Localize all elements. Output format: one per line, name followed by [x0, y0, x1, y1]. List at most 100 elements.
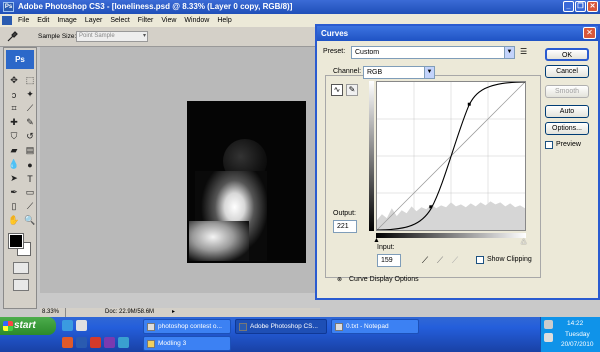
- ok-button[interactable]: OK: [545, 48, 589, 61]
- minimize-button[interactable]: _: [563, 1, 574, 12]
- move-icon[interactable]: ✥: [7, 74, 21, 87]
- output-field[interactable]: 221: [333, 220, 357, 233]
- preset-select[interactable]: Custom ▼: [351, 46, 515, 59]
- photoshop-quicklaunch-icon[interactable]: [76, 337, 87, 348]
- channel-select[interactable]: RGB ▼: [363, 66, 435, 79]
- curve-display-options-label[interactable]: Curve Display Options: [349, 276, 419, 283]
- smooth-button[interactable]: Smooth: [545, 85, 589, 98]
- show-clipping-checkbox[interactable]: [476, 256, 484, 264]
- eyedropper-tool-icon[interactable]: ⟋: [23, 200, 37, 213]
- start-button[interactable]: start: [0, 317, 56, 335]
- chevron-down-icon: ▼: [504, 47, 514, 58]
- zoom-icon[interactable]: 🔍: [23, 214, 37, 227]
- ie-icon[interactable]: [62, 320, 73, 331]
- start-label: start: [14, 320, 36, 331]
- media-icon[interactable]: [90, 337, 101, 348]
- task-modling-folder[interactable]: Modling 3: [143, 336, 231, 351]
- preset-value: Custom: [355, 49, 380, 56]
- curve-point-tool-icon[interactable]: ∿: [331, 84, 343, 96]
- white-eyedropper-icon[interactable]: ⟋: [450, 255, 460, 265]
- menu-layer[interactable]: Layer: [81, 14, 107, 27]
- marquee-icon[interactable]: ⬚: [23, 74, 37, 87]
- zoom-level[interactable]: 8.33%: [42, 308, 66, 317]
- eraser-icon[interactable]: ▰: [7, 144, 21, 157]
- dodge-icon[interactable]: ●: [23, 158, 37, 171]
- folder-icon: [147, 340, 155, 348]
- type-icon[interactable]: T: [23, 172, 37, 185]
- menu-help[interactable]: Help: [213, 14, 235, 27]
- output-label: Output:: [333, 210, 356, 217]
- firefox-icon[interactable]: [62, 337, 73, 348]
- input-label: Input:: [377, 244, 395, 251]
- preview-checkbox[interactable]: [545, 141, 553, 149]
- path-selection-icon[interactable]: ➤: [7, 172, 21, 185]
- pencil-tool-icon[interactable]: ✎: [346, 84, 358, 96]
- black-point-slider-icon[interactable]: ▲: [373, 237, 380, 244]
- black-eyedropper-icon[interactable]: ⟋: [420, 255, 430, 265]
- sample-size-select[interactable]: Point Sample: [76, 31, 148, 42]
- eyedropper-icon[interactable]: [6, 31, 18, 43]
- curve-graph[interactable]: [376, 81, 526, 231]
- lasso-icon[interactable]: ↄ: [7, 88, 21, 101]
- volume-icon[interactable]: [544, 333, 553, 342]
- windows-logo-icon: [3, 321, 13, 331]
- screen-mode-icon[interactable]: [13, 279, 29, 291]
- menu-filter[interactable]: Filter: [134, 14, 158, 27]
- browser-icon: [147, 323, 155, 331]
- pen-icon[interactable]: ✒: [7, 186, 21, 199]
- photoshop-icon: Ps: [3, 2, 14, 12]
- options-button[interactable]: Options...: [545, 122, 589, 135]
- restore-button[interactable]: ❐: [575, 1, 586, 12]
- system-tray: 14:22 Tuesday 20/07/2010: [540, 317, 600, 352]
- app-menu-icon[interactable]: [2, 16, 12, 25]
- menu-file[interactable]: File: [14, 14, 33, 27]
- gradient-icon[interactable]: ▤: [23, 144, 37, 157]
- task-label: Adobe Photoshop CS...: [250, 323, 318, 330]
- tools-logo: Ps: [6, 50, 34, 69]
- expand-options-icon[interactable]: ⊗: [337, 276, 342, 283]
- preset-options-icon[interactable]: ☰: [520, 47, 527, 56]
- close-button[interactable]: ✕: [587, 1, 598, 12]
- magic-wand-icon[interactable]: ✦: [23, 88, 37, 101]
- show-desktop-icon[interactable]: [76, 320, 87, 331]
- quick-mask-icon[interactable]: [13, 262, 29, 274]
- task-label: 0.txt - Notepad: [346, 323, 389, 330]
- white-point-slider-icon[interactable]: △: [521, 237, 526, 245]
- clone-stamp-icon[interactable]: ⛉: [7, 130, 21, 143]
- menu-view[interactable]: View: [157, 14, 180, 27]
- menu-select[interactable]: Select: [106, 14, 133, 27]
- history-brush-icon[interactable]: ↺: [23, 130, 37, 143]
- auto-button[interactable]: Auto: [545, 105, 589, 118]
- status-menu-arrow-icon[interactable]: ▸: [172, 308, 175, 317]
- gray-eyedropper-icon[interactable]: ⟋: [435, 255, 445, 265]
- doc-info: Doc: 22.9M/58.6M: [105, 309, 155, 315]
- input-field[interactable]: 159: [377, 254, 401, 267]
- blur-icon[interactable]: 💧: [7, 158, 21, 171]
- slice-icon[interactable]: ⟋: [23, 102, 37, 115]
- crop-icon[interactable]: ⌗: [7, 102, 21, 115]
- brush-icon[interactable]: ✎: [23, 116, 37, 129]
- output-gradient-bar: [369, 81, 374, 231]
- healing-brush-icon[interactable]: ✚: [7, 116, 21, 129]
- cancel-button[interactable]: Cancel: [545, 65, 589, 78]
- network-icon[interactable]: [544, 320, 553, 329]
- task-notepad[interactable]: 0.txt - Notepad: [331, 319, 419, 334]
- document-image[interactable]: [187, 101, 306, 263]
- dialog-close-button[interactable]: ✕: [583, 27, 596, 39]
- sample-size-label: Sample Size:: [38, 33, 77, 40]
- menu-window[interactable]: Window: [180, 14, 213, 27]
- menu-image[interactable]: Image: [53, 14, 80, 27]
- messenger-icon[interactable]: [118, 337, 129, 348]
- hand-icon[interactable]: ✋: [7, 214, 21, 227]
- notes-icon[interactable]: ▯: [7, 200, 21, 213]
- app-icon[interactable]: [104, 337, 115, 348]
- clock-date: 20/07/2010: [561, 341, 594, 348]
- menu-edit[interactable]: Edit: [33, 14, 53, 27]
- curves-dialog: Curves ✕ Preset: Custom ▼ ☰ Channel: RGB…: [315, 24, 600, 300]
- foreground-color-swatch[interactable]: [8, 233, 24, 249]
- task-photoshop-contest[interactable]: photoshop contest o...: [143, 319, 231, 334]
- preview-label: Preview: [556, 141, 581, 148]
- shape-icon[interactable]: ▭: [23, 186, 37, 199]
- task-adobe-photoshop[interactable]: Adobe Photoshop CS...: [235, 319, 327, 334]
- clock-time[interactable]: 14:22: [567, 320, 583, 327]
